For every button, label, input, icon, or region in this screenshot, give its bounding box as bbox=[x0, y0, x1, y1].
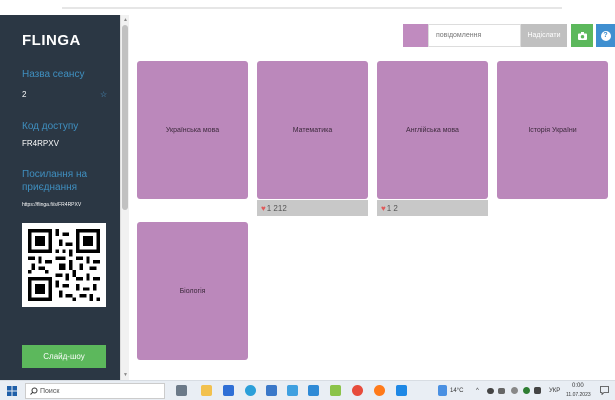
help-icon: ? bbox=[600, 30, 611, 41]
card-history[interactable]: Історія України bbox=[497, 61, 608, 199]
tray-chevron-icon[interactable]: ^ bbox=[476, 388, 479, 394]
access-code-value: FR4RPXV bbox=[22, 139, 59, 148]
taskbar-search-placeholder: Поиск bbox=[40, 387, 60, 395]
search-icon bbox=[30, 387, 38, 395]
card-math[interactable]: Математика bbox=[257, 61, 368, 199]
card-english[interactable]: Англійська мова bbox=[377, 61, 488, 199]
word-icon[interactable] bbox=[287, 385, 298, 396]
weather-icon[interactable] bbox=[438, 385, 447, 396]
qr-code-image bbox=[28, 229, 100, 301]
camera-icon bbox=[577, 31, 587, 40]
telegram-icon[interactable] bbox=[396, 385, 407, 396]
camera-button[interactable] bbox=[571, 24, 593, 47]
tray-app-icon[interactable] bbox=[523, 387, 530, 394]
card-title: Українська мова bbox=[165, 126, 220, 134]
card-title: Історія України bbox=[528, 126, 577, 134]
qr-code bbox=[22, 223, 106, 307]
star-icon[interactable]: ☆ bbox=[100, 90, 107, 99]
sidebar-scrollbar[interactable]: ▲ ▼ bbox=[120, 15, 129, 380]
app-logo[interactable]: FLINGA bbox=[22, 32, 81, 49]
scrollbar-thumb[interactable] bbox=[122, 25, 128, 210]
card-english-footer: ♥ 1 2 bbox=[377, 200, 488, 216]
browser-top-strip bbox=[0, 0, 615, 15]
card-title: Англійська мова bbox=[406, 126, 459, 134]
taskbar-search-input[interactable]: Поиск bbox=[25, 383, 165, 399]
file-explorer-icon[interactable] bbox=[201, 385, 212, 396]
edge-icon[interactable] bbox=[245, 385, 256, 396]
card-math-footer: ♥ 1 212 bbox=[257, 200, 368, 216]
invite-link-label: Посилання на приєднання bbox=[22, 169, 88, 193]
task-view-icon[interactable] bbox=[176, 385, 187, 396]
heart-icon[interactable]: ♥ bbox=[381, 204, 386, 213]
help-button[interactable]: ? bbox=[596, 24, 615, 47]
session-name-label: Назва сеансу bbox=[22, 69, 85, 80]
temperature-label: 14°C bbox=[450, 388, 464, 394]
app-icon[interactable] bbox=[266, 385, 277, 396]
scroll-up-icon[interactable]: ▲ bbox=[123, 17, 128, 23]
send-button[interactable]: Надіслати bbox=[521, 24, 567, 47]
color-picker-swatch[interactable] bbox=[403, 24, 428, 47]
cloud-icon[interactable] bbox=[487, 388, 494, 394]
os-taskbar: Поиск 14°C ^ УКР 0:00 11.07.2023 bbox=[0, 380, 615, 400]
card-ukrainian[interactable]: Українська мова bbox=[137, 61, 248, 199]
clock-date[interactable]: 11.07.2023 bbox=[566, 392, 591, 398]
likes-count: 1 212 bbox=[266, 203, 287, 213]
language-indicator[interactable]: УКР bbox=[549, 388, 560, 394]
card-title: Математика bbox=[292, 126, 333, 134]
heart-icon[interactable]: ♥ bbox=[261, 204, 266, 213]
clock-time[interactable]: 0:00 bbox=[572, 383, 584, 389]
sidebar: FLINGA Назва сеансу 2 ☆ Код доступу FR4R… bbox=[0, 15, 120, 380]
notifications-icon[interactable] bbox=[600, 386, 609, 395]
firefox-icon[interactable] bbox=[374, 385, 385, 396]
card-title: Біологія bbox=[179, 287, 206, 295]
clock-tray-icon[interactable] bbox=[511, 387, 518, 394]
likes-count: 1 2 bbox=[386, 203, 398, 213]
message-input[interactable] bbox=[428, 24, 521, 47]
excel-icon[interactable] bbox=[330, 385, 341, 396]
session-name-value: 2 bbox=[22, 90, 27, 99]
scroll-down-icon[interactable]: ▼ bbox=[123, 372, 128, 378]
invite-link-value[interactable]: https://flinga.fi/s/FR4RPXV bbox=[22, 202, 81, 208]
card-biology[interactable]: Біологія bbox=[137, 222, 248, 360]
slideshow-button[interactable]: Слайд-шоу bbox=[22, 345, 106, 368]
volume-icon[interactable] bbox=[534, 387, 541, 394]
network-icon[interactable] bbox=[498, 388, 505, 394]
store-icon[interactable] bbox=[223, 385, 234, 396]
windows-start-icon[interactable] bbox=[7, 386, 17, 396]
access-code-label: Код доступу bbox=[22, 121, 79, 132]
chrome-icon[interactable] bbox=[352, 385, 363, 396]
photos-icon[interactable] bbox=[308, 385, 319, 396]
browser-divider bbox=[62, 7, 562, 9]
